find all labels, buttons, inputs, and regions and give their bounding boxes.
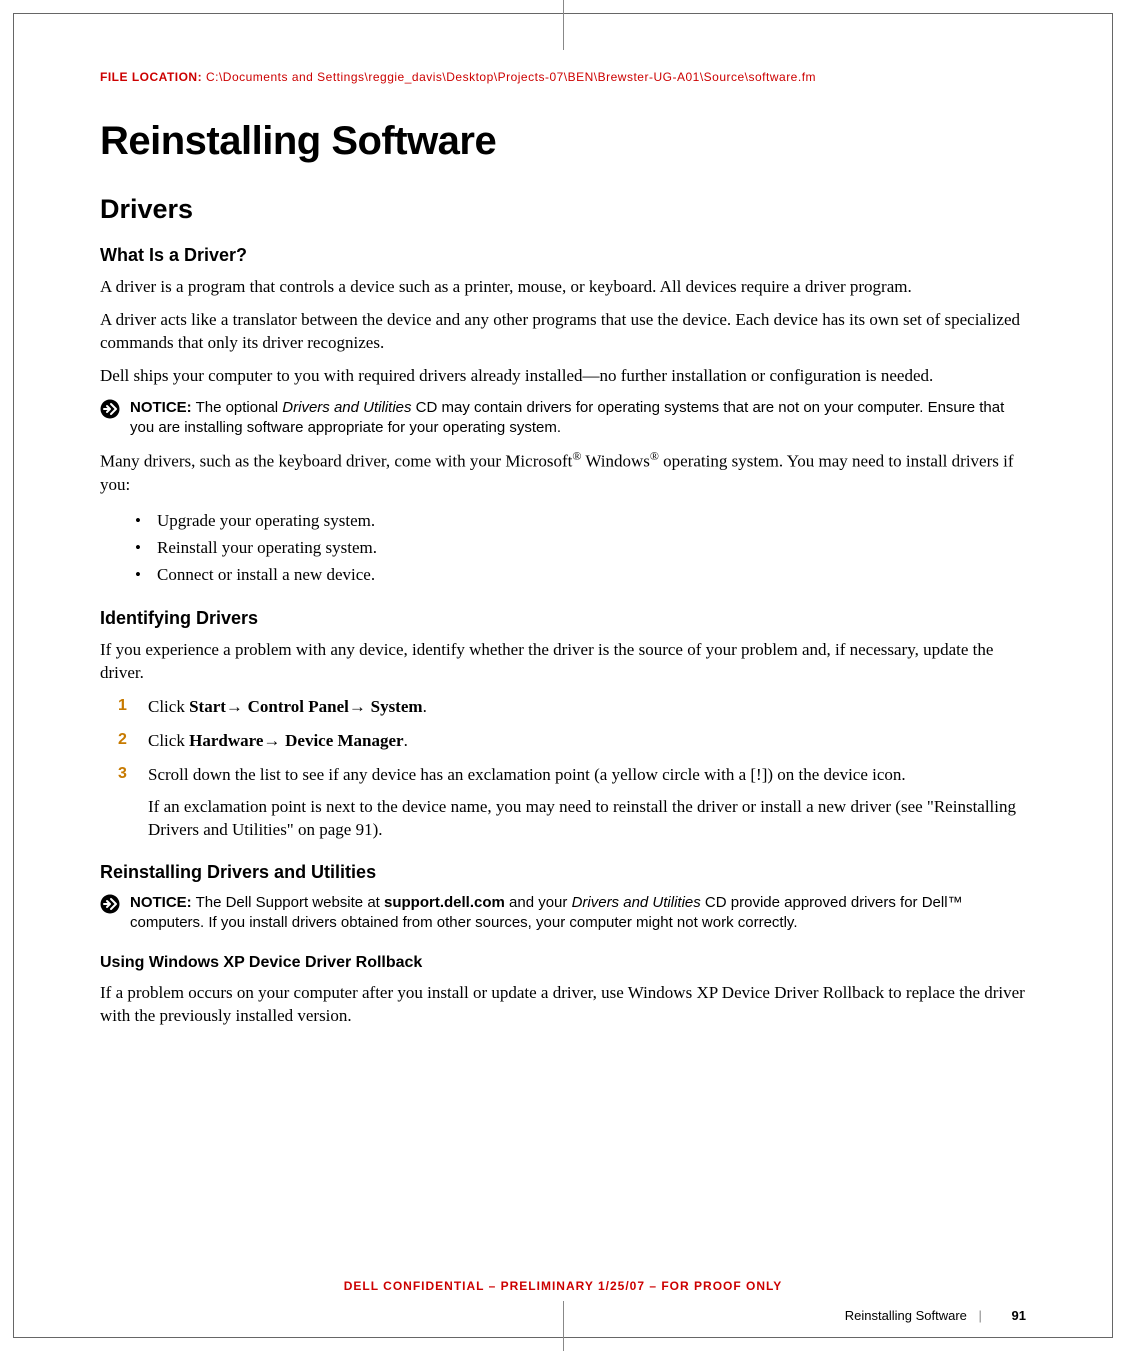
- page-content: FILE LOCATION: C:\Documents and Settings…: [100, 70, 1026, 1291]
- paragraph: Dell ships your computer to you with req…: [100, 365, 1026, 388]
- paragraph: If you experience a problem with any dev…: [100, 639, 1026, 685]
- text: Many drivers, such as the keyboard drive…: [100, 452, 572, 471]
- notice-label: NOTICE:: [130, 894, 192, 911]
- registered-mark: ®: [650, 449, 659, 463]
- footer-section-name: Reinstalling Software: [845, 1308, 967, 1323]
- text: .: [404, 731, 408, 750]
- confidential-banner: DELL CONFIDENTIAL – PRELIMINARY 1/25/07 …: [0, 1279, 1126, 1293]
- notice-italic: Drivers and Utilities: [282, 399, 411, 416]
- notice-label: NOTICE:: [130, 399, 192, 416]
- paragraph: If a problem occurs on your computer aft…: [100, 982, 1026, 1028]
- file-location-path: C:\Documents and Settings\reggie_davis\D…: [206, 70, 816, 84]
- notice-block: NOTICE: The Dell Support website at supp…: [100, 893, 1026, 934]
- text: and your: [505, 894, 572, 911]
- text: Click: [148, 731, 189, 750]
- notice-arrow-icon: [100, 894, 120, 914]
- arrow: →: [349, 697, 371, 716]
- step-followup: If an exclamation point is next to the d…: [148, 795, 1026, 843]
- arrow: →: [263, 731, 285, 750]
- text: .: [423, 697, 427, 716]
- notice-text: NOTICE: The Dell Support website at supp…: [130, 893, 1026, 934]
- bold-text: Device Manager: [285, 731, 403, 750]
- bullet-list: Upgrade your operating system. Reinstall…: [135, 507, 1026, 589]
- notice-text-pre: The optional: [192, 399, 283, 416]
- bold-text: Start: [189, 697, 226, 716]
- paragraph: Many drivers, such as the keyboard drive…: [100, 448, 1026, 497]
- list-item: Click Start→ Control Panel→ System.: [118, 695, 1026, 719]
- section-drivers-heading: Drivers: [100, 194, 1026, 225]
- file-location-label: FILE LOCATION:: [100, 70, 202, 84]
- subsubsection-rollback: Using Windows XP Device Driver Rollback: [100, 954, 1026, 972]
- subsection-what-is-driver: What Is a Driver?: [100, 245, 1026, 266]
- footer-separator: |: [979, 1308, 982, 1323]
- text: Click: [148, 697, 189, 716]
- text: Scroll down the list to see if any devic…: [148, 765, 906, 784]
- paragraph: A driver is a program that controls a de…: [100, 276, 1026, 299]
- list-item: Upgrade your operating system.: [135, 507, 1026, 534]
- page-footer: Reinstalling Software | 91: [845, 1308, 1026, 1323]
- subsection-identifying-drivers: Identifying Drivers: [100, 608, 1026, 629]
- bold-text: Control Panel: [248, 697, 349, 716]
- numbered-list: Click Start→ Control Panel→ System. Clic…: [118, 695, 1026, 842]
- bold-text: System: [371, 697, 423, 716]
- crop-mark-bottom: [563, 1301, 564, 1351]
- notice-arrow-icon: [100, 399, 120, 419]
- notice-block: NOTICE: The optional Drivers and Utiliti…: [100, 398, 1026, 439]
- footer-page-number: 91: [1012, 1308, 1026, 1323]
- paragraph: A driver acts like a translator between …: [100, 309, 1026, 355]
- page-title: Reinstalling Software: [100, 119, 1026, 164]
- crop-mark-top: [563, 0, 564, 50]
- file-location-line: FILE LOCATION: C:\Documents and Settings…: [100, 70, 1026, 84]
- bold-text: Hardware: [189, 731, 263, 750]
- bold-text: support.dell.com: [384, 894, 505, 911]
- list-item: Click Hardware→ Device Manager.: [118, 729, 1026, 753]
- italic-text: Drivers and Utilities: [572, 894, 701, 911]
- list-item: Connect or install a new device.: [135, 561, 1026, 588]
- list-item: Reinstall your operating system.: [135, 534, 1026, 561]
- list-item: Scroll down the list to see if any devic…: [118, 763, 1026, 842]
- subsection-reinstalling-drivers: Reinstalling Drivers and Utilities: [100, 862, 1026, 883]
- notice-text: NOTICE: The optional Drivers and Utiliti…: [130, 398, 1026, 439]
- arrow: →: [226, 697, 248, 716]
- text: The Dell Support website at: [192, 894, 384, 911]
- text: Windows: [581, 452, 649, 471]
